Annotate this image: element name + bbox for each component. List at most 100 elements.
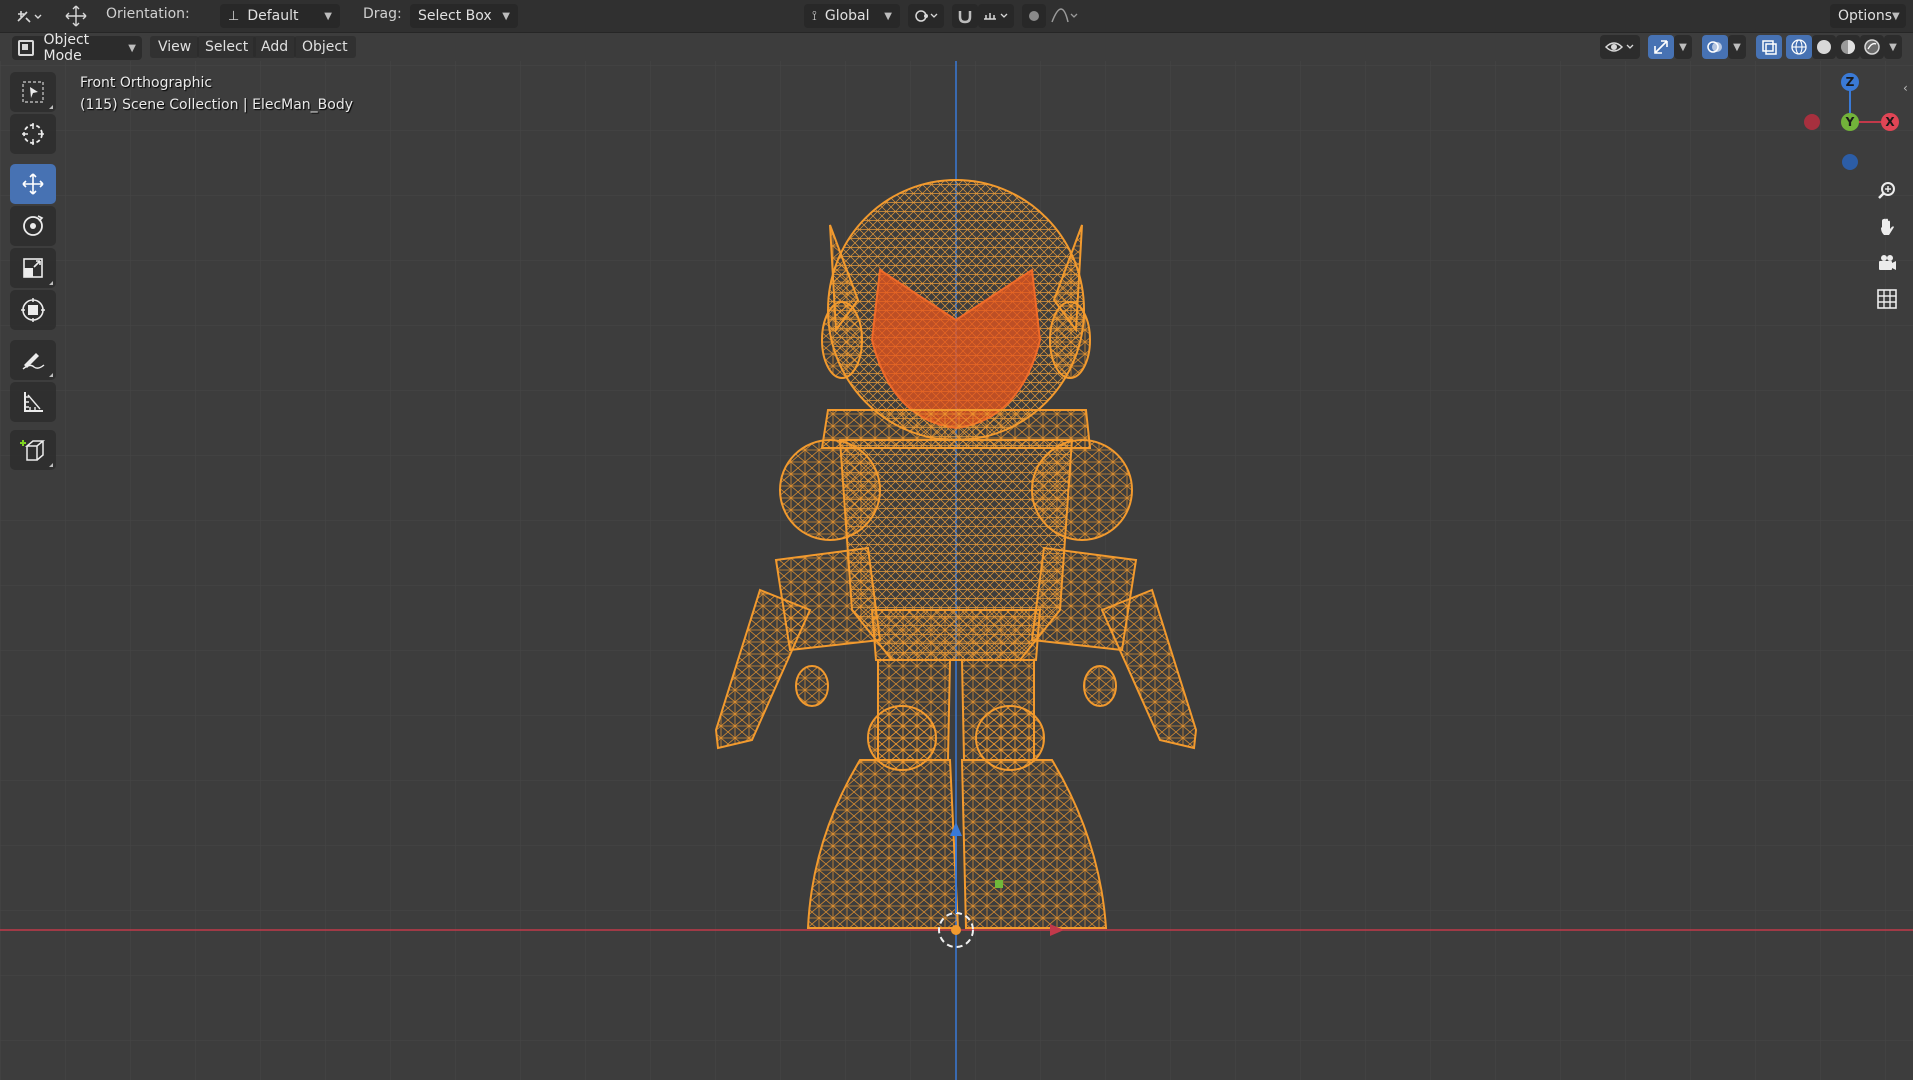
orientation-value: Default xyxy=(247,8,299,24)
neg-x-axis-dot xyxy=(1804,114,1820,130)
proportional-edit-button[interactable] xyxy=(1022,4,1046,28)
eye-icon xyxy=(1604,42,1634,52)
rotate-tool[interactable] xyxy=(10,206,56,246)
navigation-gizmo[interactable]: Z Y X xyxy=(1785,70,1905,180)
select-box-tool[interactable] xyxy=(10,72,56,112)
orientation-label: Orientation: xyxy=(106,6,190,22)
xray-icon xyxy=(1762,40,1777,55)
shading-solid-button[interactable] xyxy=(1812,35,1836,59)
rendered-sphere-icon xyxy=(1864,39,1880,55)
snap-increment-icon xyxy=(984,13,1008,20)
viewport-header: Orientation: ⊥ Default ▼ Drag: Select Bo… xyxy=(0,0,1913,33)
proportional-edit-icon xyxy=(1029,11,1039,21)
snap-toggle-button[interactable] xyxy=(952,4,978,28)
mode-value: Object Mode xyxy=(43,32,90,64)
chevron-down-icon: ▼ xyxy=(502,10,510,22)
mode-dropdown[interactable]: Object Mode ▼ xyxy=(12,32,142,64)
view-name-label: Front Orthographic xyxy=(80,75,213,91)
perspective-toggle-button[interactable] xyxy=(1871,283,1903,315)
visibility-dropdown[interactable] xyxy=(1600,35,1640,59)
wireframe-sphere-icon xyxy=(1791,39,1807,55)
rotate-icon xyxy=(23,215,44,236)
solid-sphere-icon xyxy=(1817,40,1831,54)
move-arrows-icon xyxy=(65,5,87,27)
shading-material-button[interactable] xyxy=(1836,35,1860,59)
menu-view[interactable]: View xyxy=(150,36,200,58)
snap-target-button[interactable] xyxy=(978,4,1014,28)
global-axes-icon: ⟟ xyxy=(812,8,817,24)
measure-tool[interactable] xyxy=(10,382,56,422)
scale-icon xyxy=(23,258,43,278)
ruler-icon xyxy=(24,392,43,412)
scale-tool[interactable] xyxy=(10,248,56,288)
xray-toggle-button[interactable] xyxy=(1756,35,1782,59)
annotate-tool[interactable] xyxy=(10,340,56,380)
object-mode-icon xyxy=(18,40,34,56)
shading-dropdown[interactable]: ▼ xyxy=(1884,35,1902,59)
chevron-down-icon: ▼ xyxy=(128,42,136,54)
collection-label: (115) Scene Collection | ElecMan_Body xyxy=(80,97,354,113)
menu-select[interactable]: Select xyxy=(197,36,257,58)
chevron-down-icon: ▼ xyxy=(884,10,892,22)
y-axis-label: Y xyxy=(1845,115,1855,129)
grid-icon xyxy=(1877,289,1897,309)
editor-type-button[interactable] xyxy=(10,4,50,28)
camera-view-button[interactable] xyxy=(1871,247,1903,279)
magnet-icon xyxy=(958,11,972,24)
viewport-info-overlay: Front Orthographic (115) Scene Collectio… xyxy=(80,72,353,116)
menu-add[interactable]: Add xyxy=(253,36,297,58)
transform-tool[interactable] xyxy=(10,290,56,330)
3d-cursor-icon xyxy=(22,123,44,145)
falloff-button[interactable] xyxy=(1046,4,1082,28)
cube-plus-icon xyxy=(20,440,46,461)
chevron-down-icon: ▼ xyxy=(324,10,332,22)
move-arrows-icon xyxy=(22,173,44,195)
move-tool[interactable] xyxy=(10,164,56,204)
pivot-icon xyxy=(915,10,938,22)
gizmo-dropdown[interactable]: ▼ xyxy=(1674,35,1692,59)
chevron-down-icon: ▼ xyxy=(1679,41,1687,53)
transform-icon xyxy=(21,298,45,322)
options-label: Options xyxy=(1838,8,1893,24)
chevron-down-icon: ▼ xyxy=(1733,41,1741,53)
blender-window: Orientation: ⊥ Default ▼ Drag: Select Bo… xyxy=(0,0,1913,1080)
drag-dropdown[interactable]: Select Box ▼ xyxy=(410,4,518,28)
pivot-point-button[interactable] xyxy=(908,4,944,28)
menu-object[interactable]: Object xyxy=(294,36,356,58)
camera-icon xyxy=(1879,255,1896,270)
zoom-icon xyxy=(1878,182,1895,199)
neg-z-axis-dot xyxy=(1842,154,1858,170)
viewport-menu-bar: Object Mode ▼ View Select Add Object ▼ ▼… xyxy=(0,32,1913,64)
drag-value: Select Box xyxy=(418,8,492,24)
add-cube-tool[interactable] xyxy=(10,430,56,470)
overlays-dropdown[interactable]: ▼ xyxy=(1728,35,1746,59)
orientation-dropdown[interactable]: ⊥ Default ▼ xyxy=(220,4,340,28)
zoom-button[interactable] xyxy=(1871,175,1903,207)
sidebar-toggle[interactable]: ‹ xyxy=(1903,80,1913,96)
axis-icon: ⊥ xyxy=(228,8,240,24)
z-axis-label: Z xyxy=(1846,75,1855,89)
chevron-down-icon: ▼ xyxy=(1889,41,1897,53)
hand-icon xyxy=(1881,218,1894,235)
cursor-arrow-icon xyxy=(22,81,44,103)
transform-space-value: Global xyxy=(824,8,870,24)
shading-rendered-button[interactable] xyxy=(1860,35,1884,59)
editor-type-icon xyxy=(17,11,42,23)
pan-button[interactable] xyxy=(1871,211,1903,243)
transform-orientation-dropdown[interactable]: ⟟ Global ▼ xyxy=(804,4,900,28)
material-sphere-icon xyxy=(1841,40,1855,54)
options-dropdown[interactable]: Options ▼ xyxy=(1830,4,1906,28)
gizmo-toggle-button[interactable] xyxy=(1648,35,1674,59)
3d-viewport[interactable] xyxy=(0,0,1913,1080)
shading-wireframe-button[interactable] xyxy=(1786,35,1812,59)
transform-pivot-button[interactable] xyxy=(58,4,94,28)
drag-label: Drag: xyxy=(363,6,402,22)
cursor-tool[interactable] xyxy=(10,114,56,154)
gizmo-arrows-icon xyxy=(1654,40,1668,54)
x-axis-label: X xyxy=(1885,115,1895,129)
chevron-down-icon: ▼ xyxy=(1892,10,1900,22)
falloff-curve-icon xyxy=(1051,8,1078,23)
overlays-toggle-button[interactable] xyxy=(1702,35,1728,59)
pencil-icon xyxy=(22,353,45,370)
overlays-icon xyxy=(1707,41,1722,53)
